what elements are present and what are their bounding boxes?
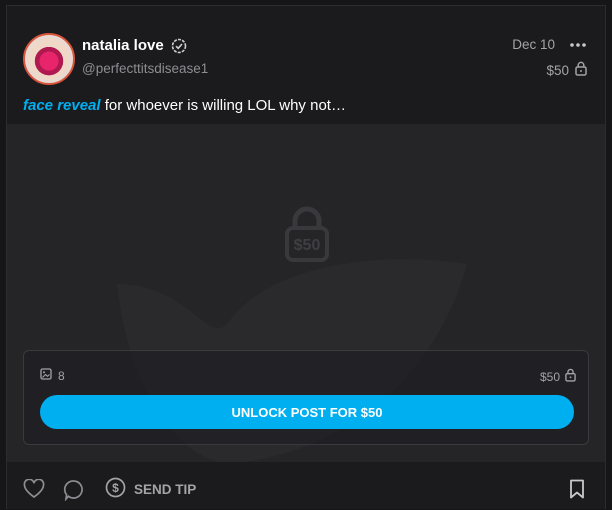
svg-text:$: $ bbox=[112, 481, 119, 495]
post-caption: face reveal for whoever is willing LOL w… bbox=[23, 97, 346, 114]
post-date[interactable]: Dec 10 bbox=[512, 37, 555, 52]
author-name[interactable]: natalia love bbox=[82, 37, 164, 54]
media-count-label: 8 bbox=[58, 368, 65, 383]
more-options-icon[interactable] bbox=[569, 38, 587, 57]
author-handle[interactable]: @perfecttitsdisease1 bbox=[82, 61, 208, 76]
comment-icon[interactable] bbox=[63, 479, 85, 506]
send-tip-label: SEND TIP bbox=[134, 481, 197, 497]
media-count: 8 bbox=[40, 368, 65, 383]
media-lock-icon: $50 bbox=[285, 206, 329, 267]
lock-icon bbox=[565, 368, 576, 385]
lock-icon bbox=[575, 61, 587, 79]
caption-tag[interactable]: face reveal bbox=[23, 97, 101, 114]
unlock-panel: 8 $50 UNLOCK POST FOR $50 bbox=[23, 350, 589, 445]
locked-media: $50 8 $50 UNLOCK POST FOR $50 bbox=[7, 124, 605, 462]
post-price: $50 bbox=[546, 61, 587, 79]
caption-text: for whoever is willing LOL why not… bbox=[100, 97, 346, 114]
post-actions: $ SEND TIP bbox=[7, 463, 605, 510]
unlock-post-button[interactable]: UNLOCK POST FOR $50 bbox=[40, 395, 574, 429]
panel-price: $50 bbox=[540, 368, 576, 385]
like-heart-icon[interactable] bbox=[23, 478, 45, 504]
post-price-label: $50 bbox=[546, 62, 569, 78]
dollar-circle-icon: $ bbox=[105, 477, 126, 501]
post-card: natalia love @perfecttitsdisease1 Dec 10… bbox=[6, 5, 606, 509]
avatar[interactable] bbox=[23, 33, 75, 85]
image-icon bbox=[40, 368, 52, 383]
send-tip-button[interactable]: $ SEND TIP bbox=[105, 477, 196, 501]
media-lock-price: $50 bbox=[294, 237, 321, 254]
bookmark-icon[interactable] bbox=[569, 479, 585, 504]
verified-badge-icon bbox=[171, 38, 187, 59]
panel-price-label: $50 bbox=[539, 369, 560, 384]
